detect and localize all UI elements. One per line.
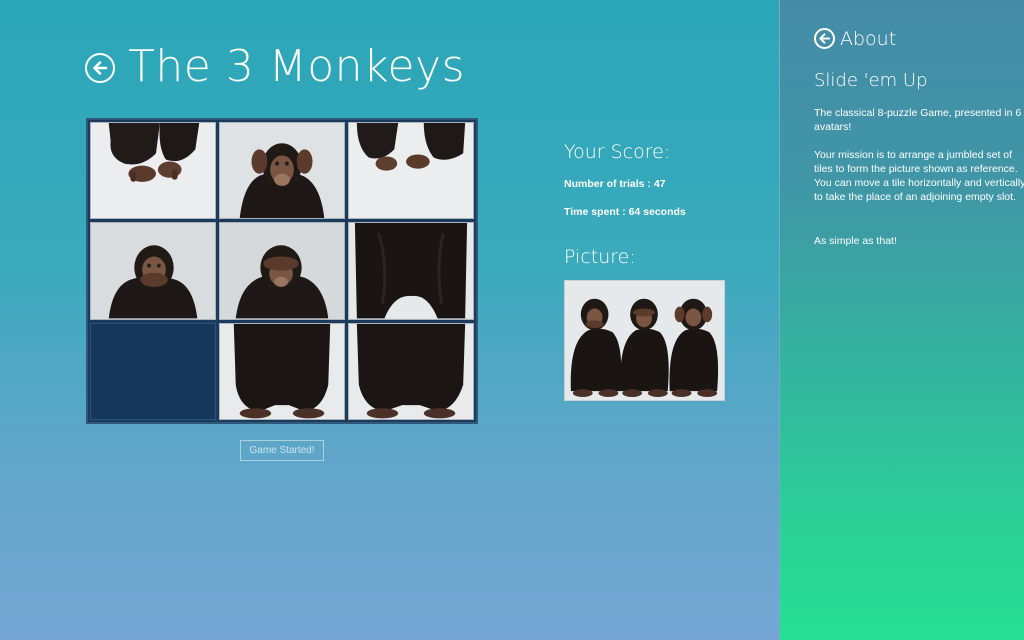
about-intro-text: The classical 8-puzzle Game, presented i… bbox=[814, 107, 1022, 133]
reference-picture bbox=[564, 280, 725, 401]
empty-slot[interactable] bbox=[90, 322, 216, 420]
main-panel: The 3 Monkeys Game Started! Your Score: … bbox=[0, 0, 779, 640]
picture-title: Picture: bbox=[564, 246, 636, 268]
about-title: About bbox=[840, 28, 897, 50]
about-mission-text: Your mission is to arrange a jumbled set… bbox=[814, 149, 1024, 203]
puzzle-tile[interactable] bbox=[348, 322, 474, 420]
puzzle-tile[interactable] bbox=[90, 122, 216, 220]
puzzle-tile[interactable] bbox=[219, 322, 345, 420]
about-heading: Slide 'em Up bbox=[814, 70, 928, 91]
time-spent: Time spent : 64 seconds bbox=[564, 206, 686, 218]
about-closing-text: As simple as that! bbox=[814, 235, 897, 247]
puzzle-board bbox=[86, 118, 478, 424]
puzzle-tile[interactable] bbox=[348, 122, 474, 220]
arrow-left-icon bbox=[93, 61, 108, 75]
game-status-button[interactable]: Game Started! bbox=[240, 440, 324, 461]
puzzle-tile[interactable] bbox=[219, 222, 345, 320]
about-panel: About Slide 'em Up The classical 8-puzzl… bbox=[779, 0, 1024, 640]
arrow-left-icon bbox=[819, 33, 831, 44]
puzzle-tile[interactable] bbox=[219, 122, 345, 220]
page-title: The 3 Monkeys bbox=[128, 41, 466, 92]
puzzle-tile[interactable] bbox=[90, 222, 216, 320]
trials-count: Number of trials : 47 bbox=[564, 178, 666, 190]
score-title: Your Score: bbox=[564, 141, 671, 163]
puzzle-tile[interactable] bbox=[348, 222, 474, 320]
back-button[interactable] bbox=[85, 53, 115, 83]
about-back-button[interactable] bbox=[814, 28, 835, 49]
